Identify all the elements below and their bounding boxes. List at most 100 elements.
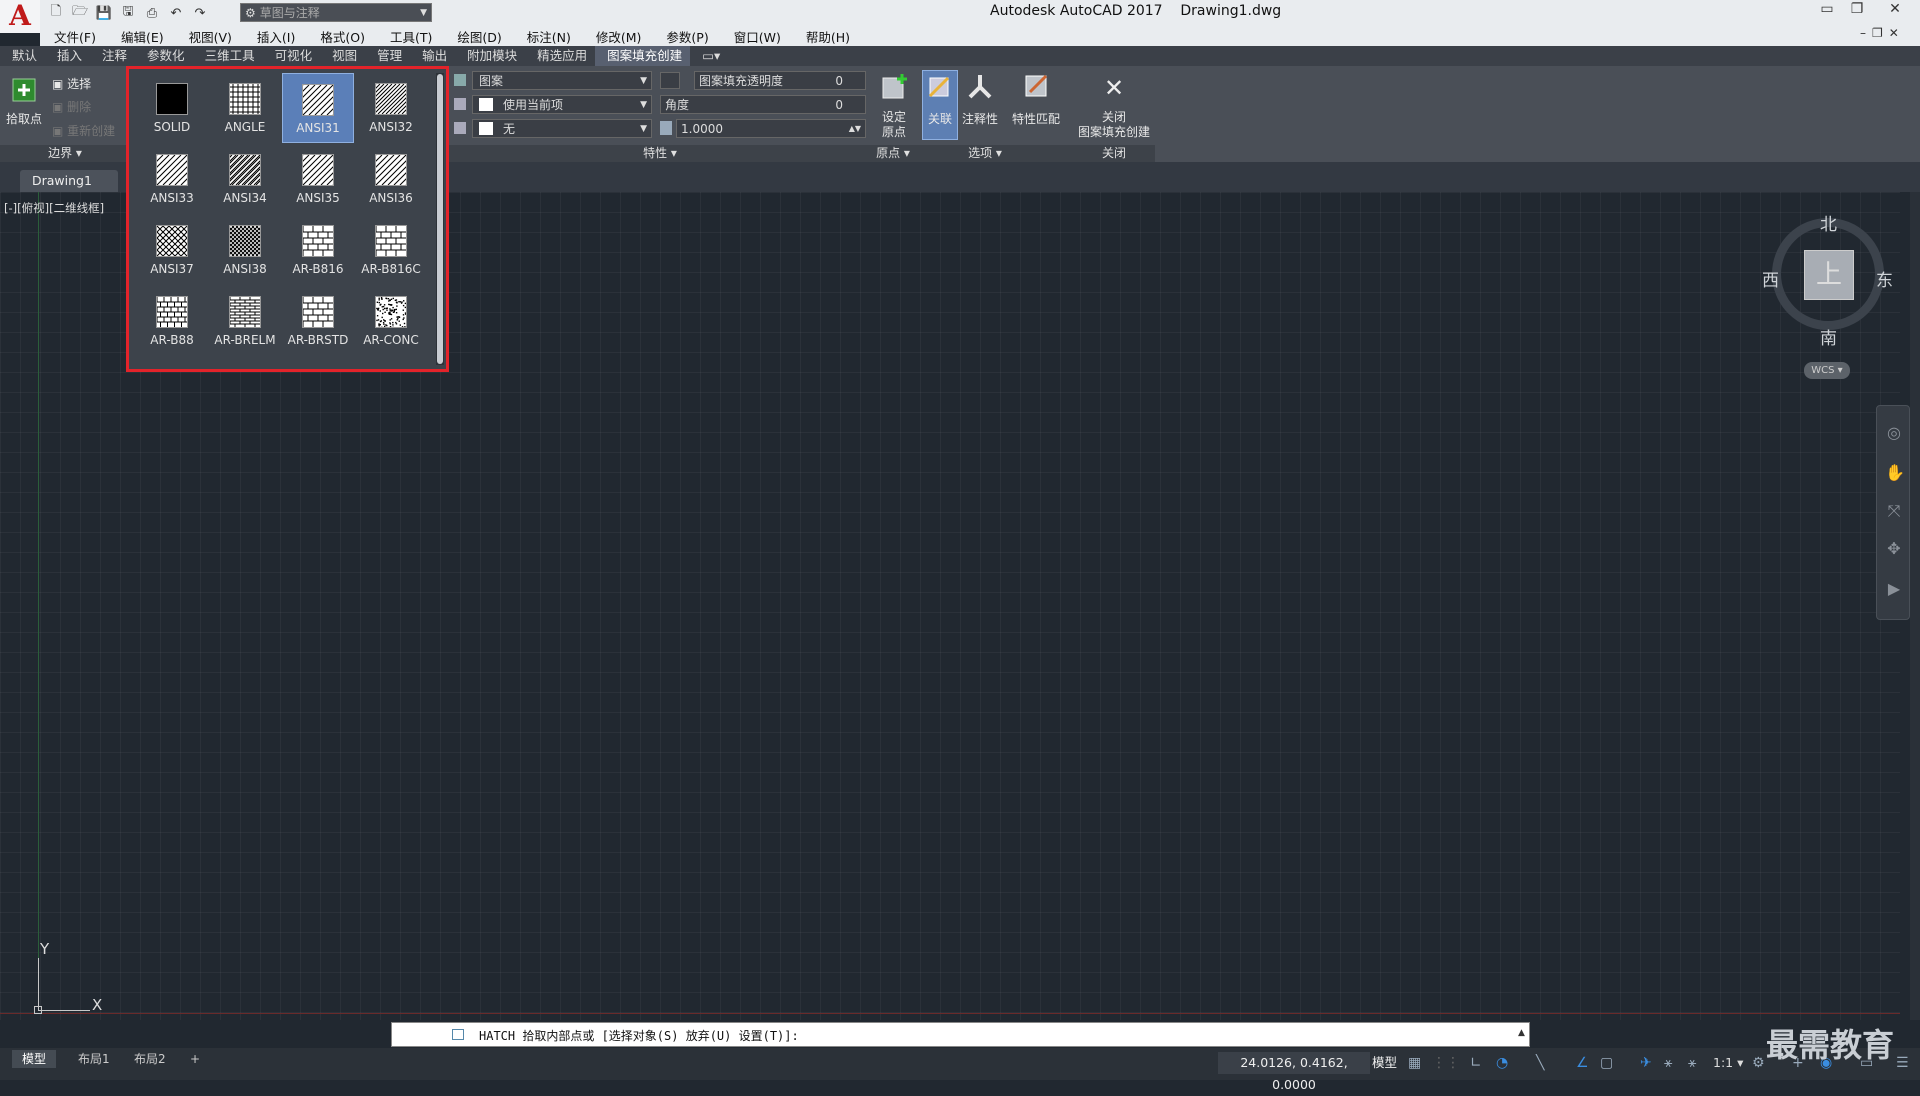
isodraft-icon[interactable]: ╲ [1536, 1056, 1544, 1070]
pattern-tile[interactable]: AR-B816C [355, 215, 427, 285]
options-panel-label[interactable]: 选项 ▾ [960, 145, 1010, 162]
object-snap-tracking-icon[interactable]: ∠ [1576, 1056, 1589, 1070]
pattern-tile[interactable]: ANSI37 [136, 215, 208, 285]
customization-icon[interactable]: ☰ [1896, 1056, 1909, 1070]
ribbon-tab[interactable]: 附加模块 [455, 46, 525, 66]
remove-boundary-button[interactable]: ▣ 删除 [52, 98, 91, 115]
zoom-extents-icon[interactable]: ⤧ [1885, 502, 1903, 520]
viewcube-top-face[interactable]: 上 [1804, 250, 1854, 300]
restore-icon[interactable]: ❐ [1842, 0, 1872, 20]
vertical-scrollbar[interactable] [1910, 192, 1920, 1020]
document-window-controls[interactable]: –❐✕ [1860, 26, 1905, 40]
pattern-tile[interactable]: SOLID [136, 73, 208, 143]
close-hatch-icon[interactable]: ✕ [1098, 72, 1130, 104]
background-color-dropdown[interactable]: 无▼ [472, 119, 652, 138]
menu-item[interactable]: 编辑(E) [107, 27, 175, 46]
compass-west[interactable]: 西 [1762, 266, 1779, 291]
ribbon-tab[interactable]: 可视化 [263, 46, 321, 66]
ribbon-tab[interactable]: 管理 [365, 46, 410, 66]
pattern-tile[interactable]: AR-BRSTD [282, 286, 354, 356]
ribbon-tab[interactable]: 视图 [320, 46, 365, 66]
menu-item[interactable]: 绘图(D) [443, 27, 512, 46]
command-history-icon[interactable] [452, 1029, 464, 1040]
hatch-type-dropdown[interactable]: 图案▼ [472, 71, 652, 90]
pan-icon[interactable]: ✋ [1885, 464, 1903, 482]
ribbon-tab[interactable]: 注释 [90, 46, 135, 66]
set-origin-icon[interactable] [878, 70, 910, 102]
spinner-icon[interactable]: ▲▼ [849, 124, 861, 133]
object-snap-icon[interactable]: ▢ [1600, 1056, 1613, 1070]
annotation-scale-icon[interactable]: ⚹ [1664, 1056, 1672, 1070]
compass-east[interactable]: 东 [1876, 266, 1893, 291]
layout-tab[interactable]: 布局1 [68, 1050, 120, 1068]
new-file-icon[interactable]: 🗋 [46, 3, 66, 23]
polar-icon[interactable]: ◔ [1496, 1056, 1508, 1070]
workspace-switch-icon[interactable]: ⚙ [1752, 1056, 1765, 1070]
annotation-scale-dropdown[interactable]: 1:1 ▾ [1713, 1052, 1743, 1074]
pattern-tile[interactable]: ANGLE [209, 73, 281, 143]
close-icon[interactable]: ✕ [1880, 0, 1910, 20]
pattern-tile[interactable]: ANSI35 [282, 144, 354, 214]
compass-south[interactable]: 南 [1820, 324, 1837, 349]
boundary-panel-label[interactable]: 边界 ▾ [30, 145, 100, 162]
ribbon-tab[interactable]: 参数化 [135, 46, 193, 66]
close-hatch-creation-button[interactable]: 关闭图案填充创建 [1078, 110, 1150, 140]
menu-item[interactable]: 帮助(H) [792, 27, 861, 46]
chevron-up-icon[interactable]: ▲ [1518, 1028, 1525, 1038]
menu-item[interactable]: 修改(M) [582, 27, 653, 46]
pattern-tile[interactable]: ANSI36 [355, 144, 427, 214]
pattern-tile[interactable]: AR-B816 [282, 215, 354, 285]
pattern-tile[interactable]: AR-BRELM [209, 286, 281, 356]
menu-item[interactable]: 格式(O) [306, 27, 376, 46]
set-origin-button[interactable]: 设定原点 [882, 110, 906, 140]
pattern-tile[interactable]: ANSI38 [209, 215, 281, 285]
ribbon-tab[interactable]: 插入 [45, 46, 90, 66]
pattern-tile[interactable]: ANSI31 [282, 73, 354, 143]
gallery-scroll-thumb[interactable] [437, 74, 443, 364]
match-properties-button[interactable]: 特性匹配 [1012, 110, 1060, 127]
snap-icon[interactable]: ⋮⋮ [1432, 1056, 1460, 1070]
pattern-tile[interactable]: AR-CONC [355, 286, 427, 356]
steering-wheel-icon[interactable]: ◎ [1885, 424, 1903, 442]
match-properties-icon[interactable] [1020, 70, 1052, 102]
transparency-icon[interactable] [660, 72, 680, 89]
menu-item[interactable]: 插入(I) [243, 27, 306, 46]
pick-points-icon[interactable] [8, 74, 40, 106]
open-file-icon[interactable]: 🗁 [70, 3, 90, 23]
scale-field[interactable]: 1.0000▲▼ [676, 119, 866, 138]
undo-icon[interactable]: ↶ [166, 3, 186, 23]
menu-item[interactable]: 工具(T) [376, 27, 443, 46]
ortho-icon[interactable]: ∟ [1470, 1056, 1482, 1070]
menu-item[interactable]: 参数(P) [652, 27, 719, 46]
orbit-icon[interactable]: ✥ [1885, 540, 1903, 558]
layout-tab[interactable]: 模型 [12, 1050, 56, 1068]
application-menu-button[interactable]: A [0, 0, 40, 33]
annotative-icon[interactable] [964, 70, 996, 102]
ribbon-minimize-icon[interactable]: ▭▾ [690, 46, 728, 66]
ribbon-tab[interactable]: 图案填充创建 [595, 46, 690, 66]
angle-field[interactable]: 角度0 [660, 95, 866, 114]
compass-north[interactable]: 北 [1820, 210, 1837, 235]
pick-points-button[interactable]: 拾取点 [6, 110, 42, 127]
model-space-button[interactable]: 模型 [1372, 1052, 1397, 1074]
menu-item[interactable]: 视图(V) [175, 27, 243, 46]
properties-panel-label[interactable]: 特性 ▾ [620, 145, 700, 162]
showmotion-icon[interactable]: ▶ [1885, 580, 1903, 598]
menu-item[interactable]: 文件(F) [40, 27, 107, 46]
hatch-color-dropdown[interactable]: 使用当前项▼ [472, 95, 652, 114]
annotation-visibility-icon[interactable]: ✈ [1640, 1056, 1652, 1070]
pattern-tile[interactable]: ANSI33 [136, 144, 208, 214]
recreate-boundary-button[interactable]: ▣ 重新创建 [52, 122, 115, 139]
wcs-menu[interactable]: WCS ▾ [1804, 362, 1850, 379]
ribbon-tab[interactable]: 三维工具 [193, 46, 263, 66]
annotative-button[interactable]: 注释性 [962, 110, 998, 127]
file-tab-drawing1[interactable]: Drawing1 [20, 170, 118, 192]
ribbon-tab[interactable]: 精选应用 [525, 46, 595, 66]
pattern-tile[interactable]: ANSI34 [209, 144, 281, 214]
minimize-icon[interactable]: ▭ [1812, 0, 1842, 20]
menu-item[interactable]: 标注(N) [513, 27, 582, 46]
save-as-icon[interactable]: 🖫 [118, 3, 138, 23]
origin-panel-label[interactable]: 原点 ▾ [868, 145, 918, 162]
auto-scale-icon[interactable]: ⚹ [1688, 1056, 1696, 1070]
pattern-tile[interactable]: ANSI32 [355, 73, 427, 143]
